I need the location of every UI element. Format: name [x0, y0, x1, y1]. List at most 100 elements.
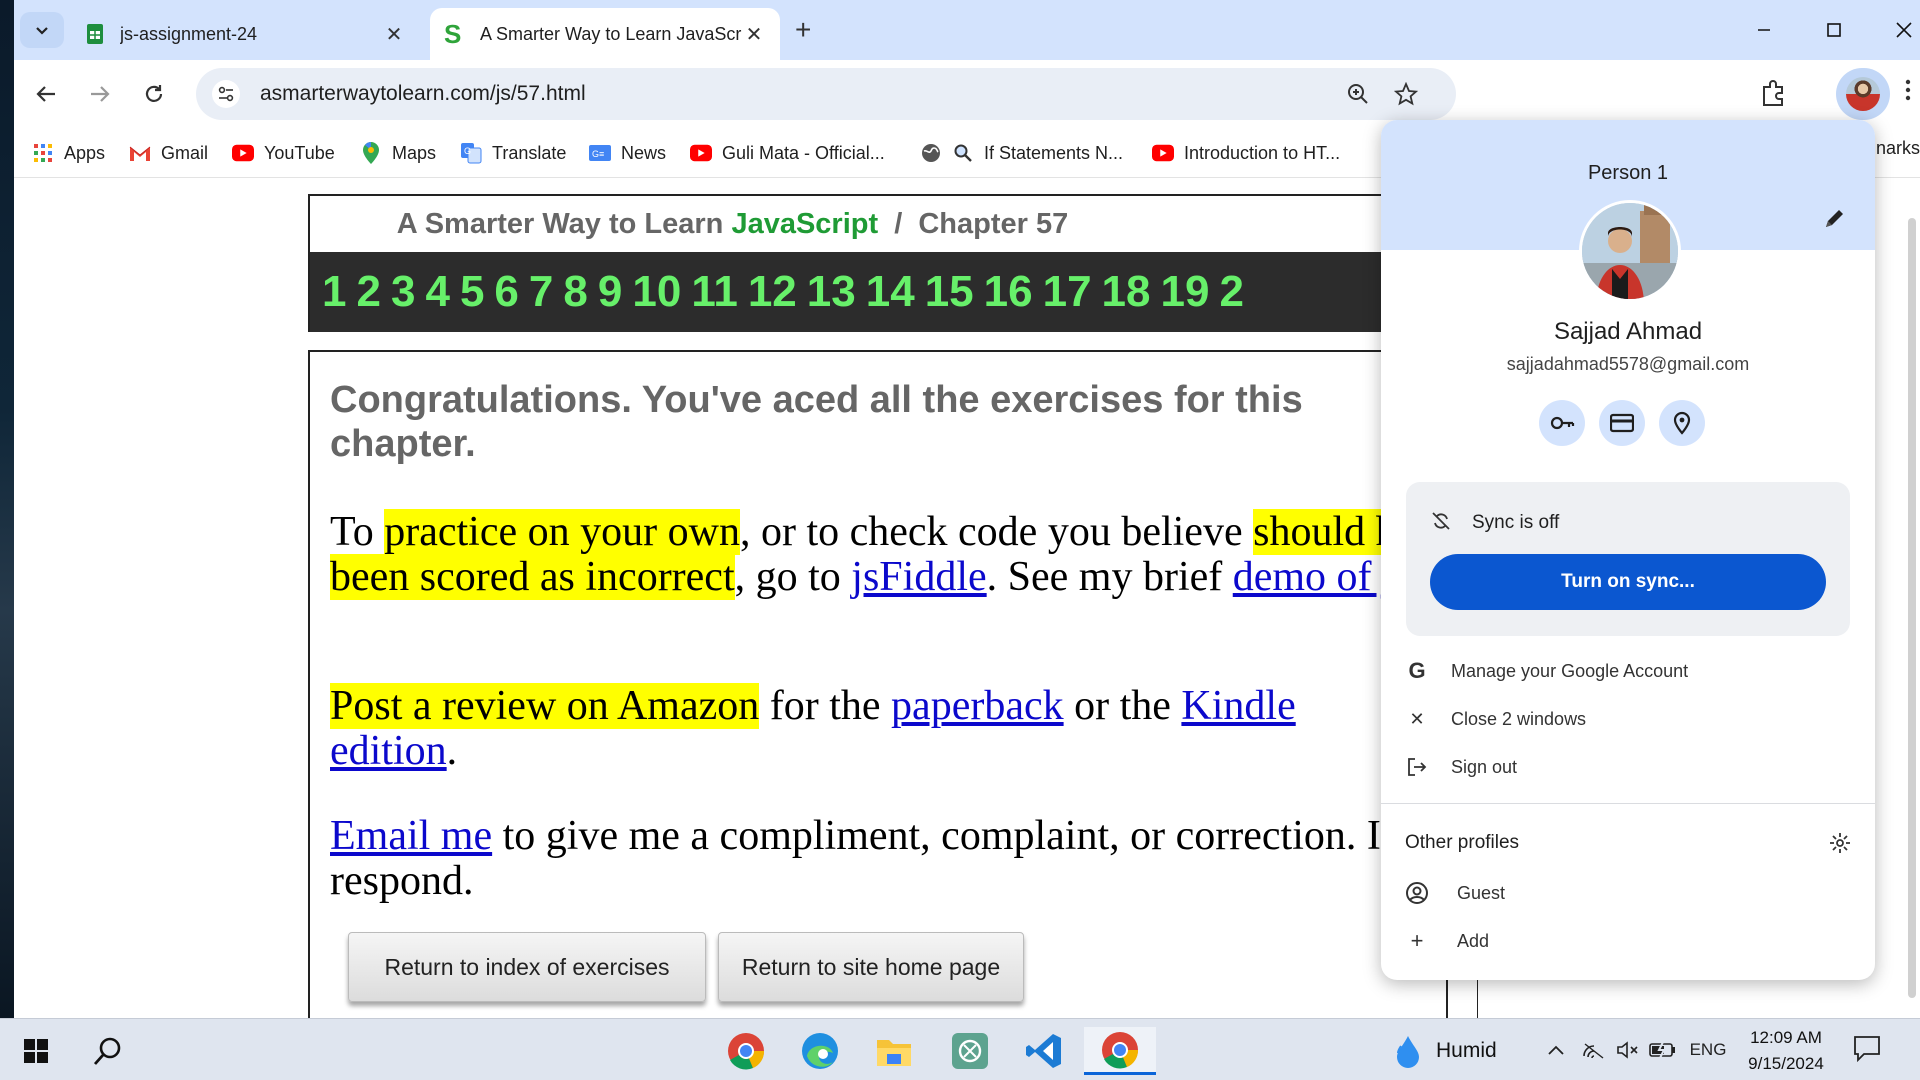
search-icon [952, 142, 974, 164]
chapter-number-link[interactable]: 15 [925, 252, 974, 332]
volume-button[interactable] [1614, 1037, 1642, 1063]
manage-google-account-item[interactable]: G Manage your Google Account [1405, 656, 1688, 686]
close-icon: ✕ [1409, 708, 1425, 729]
tray-overflow-button[interactable] [1544, 1037, 1568, 1063]
sign-out-icon [1405, 755, 1429, 779]
language-indicator[interactable]: ENG [1688, 1037, 1728, 1063]
chapter-number-link[interactable]: 3 [391, 252, 415, 332]
battery-button[interactable] [1648, 1037, 1678, 1063]
taskbar-search-button[interactable] [84, 1027, 132, 1075]
sign-out-item[interactable]: Sign out [1405, 752, 1517, 782]
network-button[interactable] [1580, 1037, 1608, 1063]
chapter-number-link[interactable]: 2 [356, 252, 380, 332]
addresses-button[interactable] [1659, 400, 1705, 446]
window-close-button[interactable] [1884, 12, 1920, 48]
jsfiddle-link[interactable]: jsFiddle [851, 554, 986, 600]
chapter-number-link[interactable]: 6 [494, 252, 518, 332]
chapter-number-link[interactable]: 5 [460, 252, 484, 332]
bookmark-introduction[interactable]: Introduction to HT... [1152, 138, 1340, 168]
bookmark-if-statements[interactable]: If Statements N... [920, 138, 1123, 168]
add-profile-item[interactable]: + Add [1405, 926, 1489, 956]
youtube-icon [1152, 142, 1174, 164]
passwords-button[interactable] [1539, 400, 1585, 446]
guest-profile-item[interactable]: Guest [1405, 878, 1505, 908]
page-scrollbar[interactable] [1908, 218, 1916, 998]
chapter-number-link[interactable]: 16 [984, 252, 1033, 332]
bookmark-news[interactable]: G≡ News [589, 138, 666, 168]
maximize-button[interactable] [1814, 12, 1854, 48]
return-index-button[interactable]: Return to index of exercises [348, 932, 706, 1002]
menu-item-label: Sign out [1451, 756, 1518, 777]
zoom-button[interactable] [1344, 80, 1372, 108]
taskbar-chrome-active[interactable] [1084, 1027, 1156, 1075]
bookmark-apps[interactable]: Apps [32, 138, 105, 168]
chapter-header: A Smarter Way to Learn JavaScript / Chap… [308, 194, 1450, 332]
chrome-menu-button[interactable] [1904, 78, 1912, 109]
chapter-number-link[interactable]: 17 [1043, 252, 1092, 332]
weather-widget[interactable]: Humid [1394, 1031, 1497, 1071]
bookmark-guli-mata[interactable]: Guli Mata - Official... [690, 138, 885, 168]
tab-smarter-way[interactable]: S A Smarter Way to Learn JavaScri ✕ [430, 8, 780, 60]
notification-icon [1854, 1036, 1880, 1063]
payment-methods-button[interactable] [1599, 400, 1645, 446]
profile-avatar-button[interactable] [1836, 68, 1890, 120]
chapter-number-link[interactable]: 12 [748, 252, 797, 332]
extensions-button[interactable] [1759, 78, 1791, 110]
clock[interactable]: 12:09 AM 9/15/2024 [1736, 1025, 1836, 1077]
highlight-text: Post a review on Amazon [330, 683, 760, 729]
back-button[interactable] [26, 74, 66, 114]
forward-button[interactable] [80, 74, 120, 114]
paperback-link[interactable]: paperback [891, 683, 1064, 729]
close-tab-icon[interactable]: ✕ [382, 22, 406, 47]
highlight-text: practice on your own [384, 509, 740, 555]
close-tab-icon[interactable]: ✕ [742, 22, 766, 47]
text: , go to [734, 554, 852, 600]
youtube-icon [232, 142, 254, 164]
chapter-number-link[interactable]: 9 [598, 252, 622, 332]
new-tab-button[interactable]: + [795, 14, 811, 46]
site-info-button[interactable] [212, 80, 240, 108]
taskbar-chrome[interactable] [722, 1027, 770, 1075]
minimize-button[interactable] [1744, 12, 1784, 48]
tab-search-button[interactable] [20, 12, 64, 48]
close-icon [1896, 22, 1912, 38]
pencil-icon [1826, 210, 1843, 227]
edit-profile-button[interactable] [1821, 206, 1849, 234]
chapter-number-link[interactable]: 18 [1102, 252, 1151, 332]
bookmark-star-button[interactable] [1392, 80, 1420, 108]
chapter-number-link[interactable]: 13 [807, 252, 856, 332]
url-text[interactable]: asmarterwaytolearn.com/js/57.html [260, 82, 586, 106]
manage-profiles-button[interactable] [1829, 832, 1853, 856]
address-bar[interactable]: asmarterwaytolearn.com/js/57.html [196, 68, 1456, 120]
chapter-number-link[interactable]: 14 [866, 252, 915, 332]
email-link[interactable]: Email me [330, 813, 492, 859]
taskbar-file-explorer[interactable] [870, 1027, 918, 1075]
taskbar-vscode[interactable] [1020, 1027, 1068, 1075]
turn-on-sync-button[interactable]: Turn on sync... [1430, 554, 1826, 610]
chapter-number-link[interactable]: 11 [691, 252, 738, 332]
chapter-number-link[interactable]: 1 [322, 252, 346, 332]
all-bookmarks-label[interactable]: narks [1876, 138, 1920, 159]
gear-icon [1830, 833, 1850, 853]
bookmark-youtube[interactable]: YouTube [232, 138, 335, 168]
taskbar-chatgpt[interactable] [946, 1027, 994, 1075]
close-windows-item[interactable]: ✕ Close 2 windows [1405, 704, 1586, 734]
key-icon [1550, 416, 1575, 430]
chapter-number-link[interactable]: 2 [1219, 252, 1243, 332]
bookmark-gmail[interactable]: Gmail [129, 138, 208, 168]
start-button[interactable] [12, 1027, 60, 1075]
notifications-button[interactable] [1852, 1033, 1886, 1067]
bookmark-translate[interactable]: G Translate [460, 138, 566, 168]
chapter-number-link[interactable]: 7 [529, 252, 553, 332]
chapter-number-link[interactable]: 19 [1161, 252, 1210, 332]
bookmark-label: Gmail [161, 142, 209, 163]
tab-js-assignment[interactable]: js-assignment-24 ✕ [70, 8, 420, 60]
bookmark-maps[interactable]: Maps [360, 138, 436, 168]
chapter-number-link[interactable]: 8 [563, 252, 587, 332]
chapter-number-link[interactable]: 10 [632, 252, 681, 332]
return-home-button[interactable]: Return to site home page [718, 932, 1024, 1002]
taskbar-edge[interactable] [796, 1027, 844, 1075]
chapter-number-link[interactable]: 4 [425, 252, 449, 332]
reload-button[interactable] [134, 74, 174, 114]
site-s-icon: S [444, 19, 462, 49]
